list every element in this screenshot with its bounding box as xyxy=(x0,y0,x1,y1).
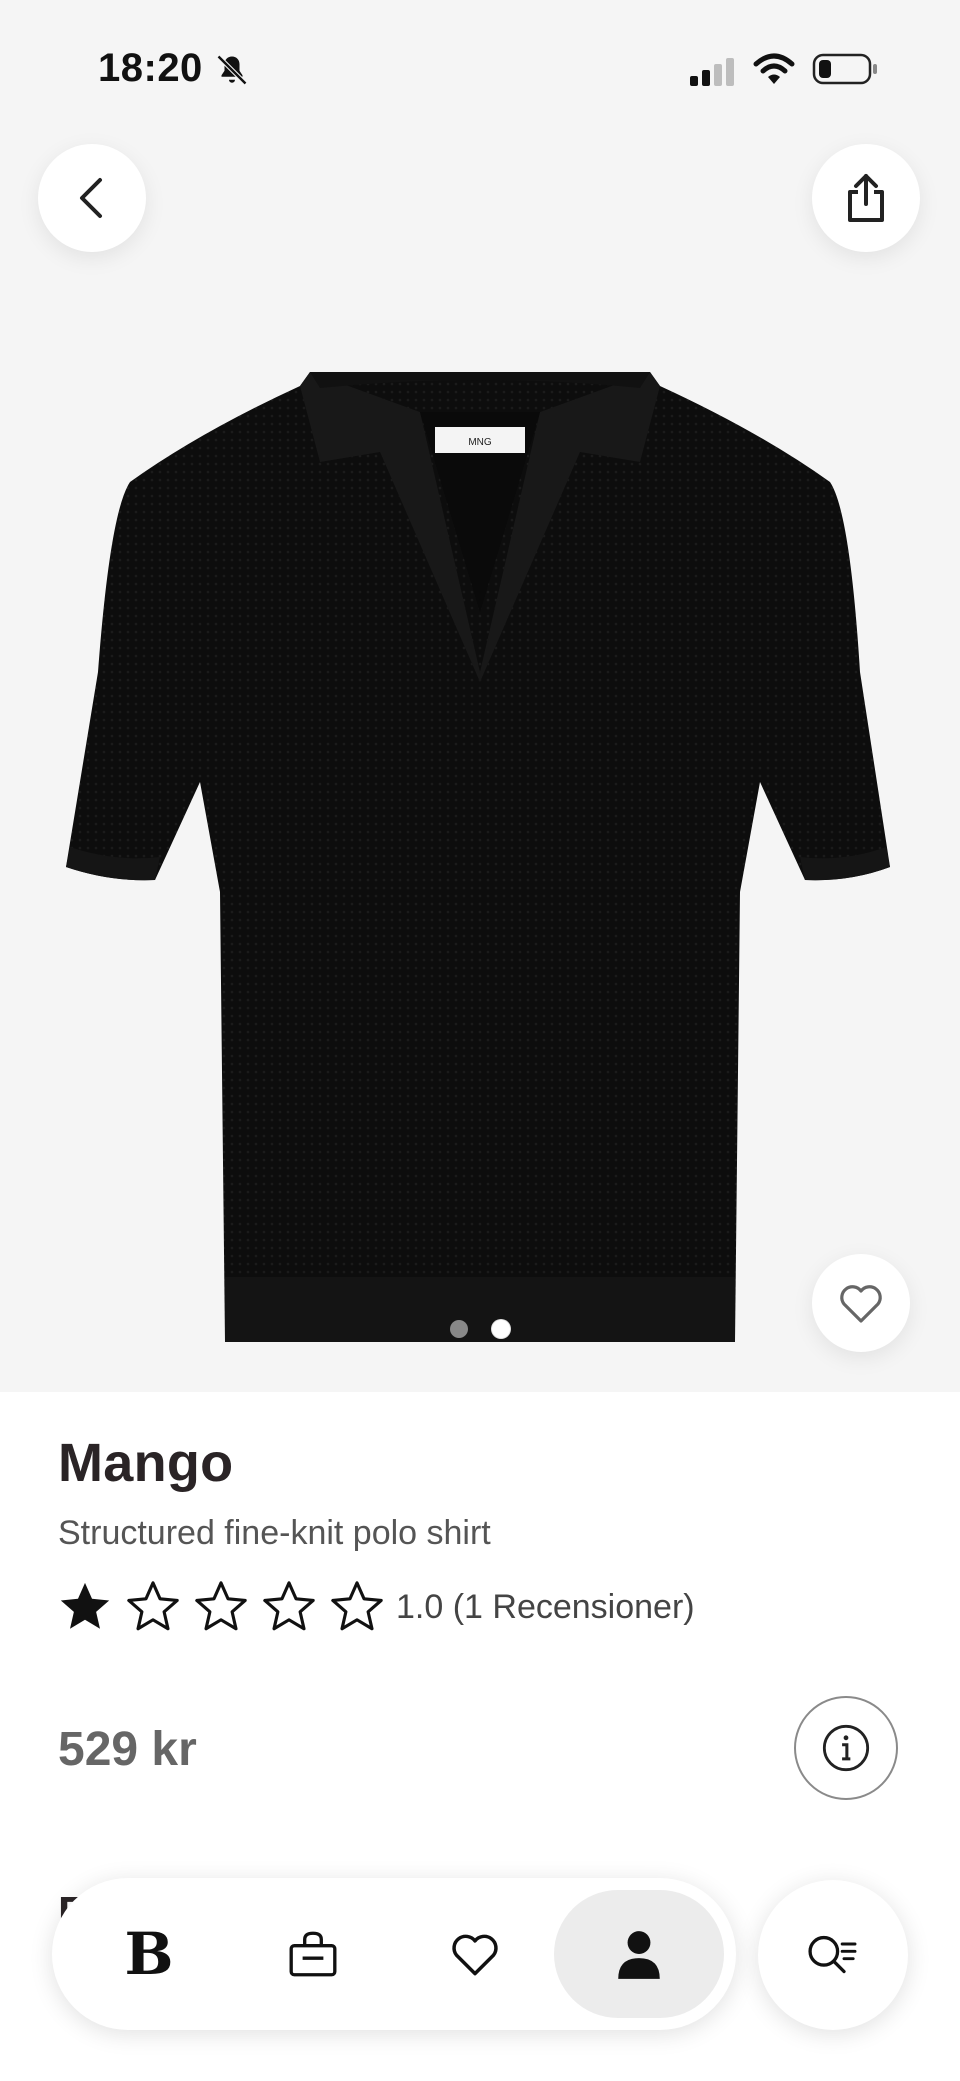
heart-icon xyxy=(452,1934,498,1976)
heart-icon xyxy=(840,1285,882,1323)
info-button[interactable] xyxy=(794,1696,898,1800)
status-time: 18:20 xyxy=(98,46,203,90)
nav-home[interactable]: B xyxy=(64,1890,234,2018)
bell-off-icon xyxy=(216,54,248,86)
star-outline-icon xyxy=(195,1581,247,1631)
nav-favorites[interactable] xyxy=(390,1890,560,2018)
nav-profile[interactable] xyxy=(554,1890,724,2018)
rating-row[interactable]: 1.0 (1 Recensioner) xyxy=(56,1578,695,1636)
product-brand[interactable]: Mango xyxy=(58,1432,233,1494)
share-icon xyxy=(848,174,884,222)
favorite-button[interactable] xyxy=(812,1254,910,1352)
wifi-icon xyxy=(753,53,795,84)
search-icon xyxy=(808,1935,857,1974)
app-logo: B xyxy=(124,1920,174,1988)
back-button[interactable] xyxy=(38,144,146,252)
profile-icon xyxy=(618,1931,660,1979)
bottom-nav: B xyxy=(52,1878,736,2030)
star-filled-icon xyxy=(60,1582,110,1629)
svg-text:MNG: MNG xyxy=(468,437,492,448)
image-carousel-indicator[interactable] xyxy=(450,1320,510,1338)
product-price: 529 kr xyxy=(58,1723,197,1776)
carousel-dot[interactable] xyxy=(450,1320,468,1338)
star-outline-icon xyxy=(331,1581,383,1631)
carousel-dot-active[interactable] xyxy=(492,1320,510,1338)
info-icon xyxy=(822,1724,870,1772)
product-name: Structured fine-knit polo shirt xyxy=(58,1514,491,1552)
star-outline-icon xyxy=(127,1581,179,1631)
star-outline-icon xyxy=(263,1581,315,1631)
rating-text[interactable]: 1.0 (1 Recensioner) xyxy=(396,1588,695,1627)
nav-bag[interactable] xyxy=(228,1890,398,2018)
share-button[interactable] xyxy=(812,144,920,252)
signal-icon xyxy=(690,58,734,86)
battery-icon xyxy=(812,53,877,85)
bag-icon xyxy=(289,1931,337,1977)
chevron-left-icon xyxy=(80,178,102,218)
product-image[interactable]: MNG xyxy=(60,372,900,1342)
search-button[interactable] xyxy=(758,1880,908,2030)
